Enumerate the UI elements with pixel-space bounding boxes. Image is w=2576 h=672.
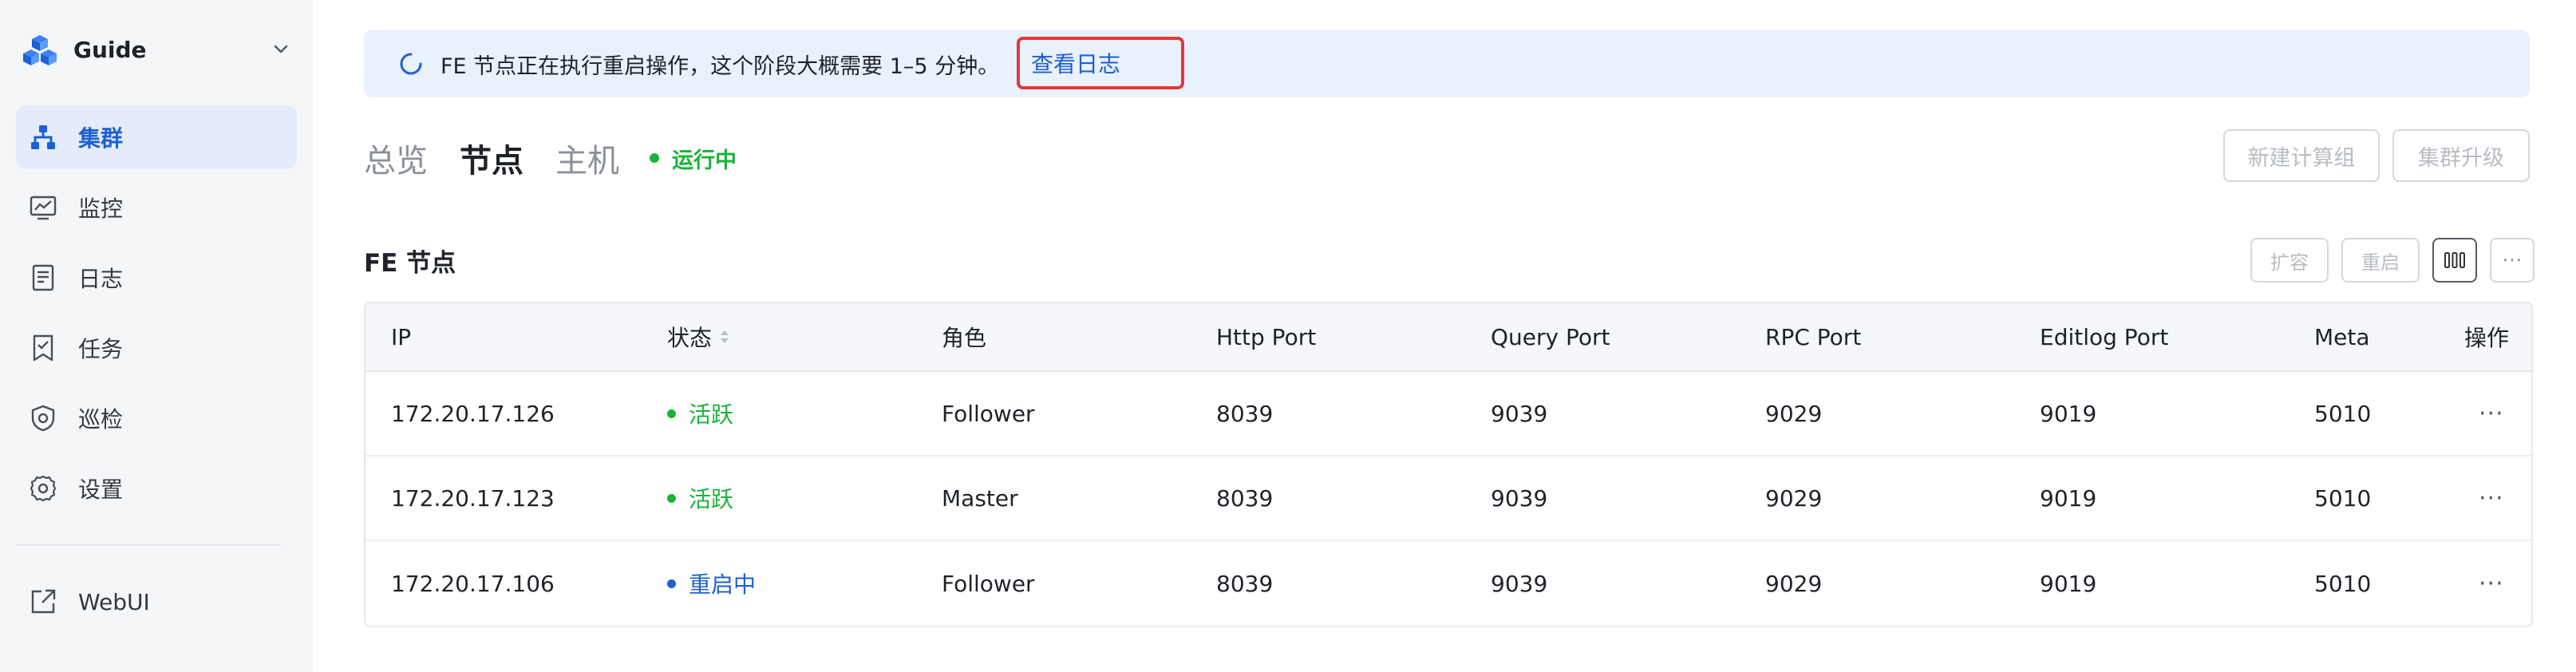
sidebar-item-log[interactable]: 日志 [16, 246, 297, 310]
cell-query-port: 9039 [1491, 484, 1548, 512]
row-actions-button[interactable]: ··· [2479, 484, 2504, 512]
sidebar-item-label: 集群 [78, 125, 124, 152]
cell-rpc-port: 9029 [1765, 484, 1823, 512]
loading-spinner-icon [400, 53, 422, 75]
table-row: 172.20.17.123 活跃 Master 8039 9039 9029 9… [365, 457, 2531, 541]
new-compute-group-button[interactable]: 新建计算组 [2223, 129, 2380, 182]
cell-status: 活跃 [667, 397, 733, 429]
cell-editlog-port: 9019 [2040, 570, 2097, 597]
workspace-name: Guide [73, 36, 147, 63]
column-header-role: 角色 [942, 325, 987, 351]
column-header-meta: Meta [2314, 323, 2370, 350]
upgrade-cluster-button[interactable]: 集群升级 [2392, 129, 2530, 182]
column-header-http-port: Http Port [1216, 323, 1317, 350]
gear-icon [27, 472, 59, 504]
view-log-link[interactable]: 查看日志 [1031, 47, 1120, 79]
cluster-status-text: 运行中 [672, 148, 737, 173]
status-dot [667, 579, 676, 588]
table-header: IP 状态 角色 Http Port Query Port RPC Port E… [365, 303, 2531, 372]
cell-ip: 172.20.17.106 [391, 570, 555, 597]
column-header-query-port: Query Port [1491, 323, 1610, 350]
cell-ip: 172.20.17.126 [391, 400, 555, 427]
status-text: 活跃 [689, 401, 734, 428]
restart-notice-banner: FE 节点正在执行重启操作，这个阶段大概需要 1–5 分钟。 查看日志 [364, 30, 2530, 97]
cell-query-port: 9039 [1491, 570, 1548, 597]
table-row: 172.20.17.106 重启中 Follower 8039 9039 902… [365, 541, 2531, 626]
column-settings-button[interactable] [2432, 238, 2477, 283]
sidebar-item-label: 巡检 [78, 406, 124, 433]
task-icon [27, 332, 59, 364]
sidebar-nav: 集群 监控 日志 任务 巡检 设置 WebUI [0, 105, 313, 640]
cell-role: Follower [942, 570, 1035, 597]
chevron-down-icon[interactable] [268, 37, 294, 62]
row-actions-button[interactable]: ··· [2479, 400, 2504, 428]
sidebar-divider [16, 544, 281, 546]
fe-nodes-title: FE 节点 [364, 249, 456, 278]
sidebar-item-inspection[interactable]: 巡检 [16, 386, 297, 450]
log-icon [27, 262, 59, 294]
table-row: 172.20.17.126 活跃 Follower 8039 9039 9029… [365, 372, 2531, 457]
cell-meta: 5010 [2314, 484, 2372, 512]
status-text: 重启中 [689, 571, 757, 598]
cell-meta: 5010 [2314, 570, 2372, 597]
cell-http-port: 8039 [1216, 484, 1274, 512]
row-actions-button[interactable]: ··· [2479, 570, 2504, 598]
sidebar-item-label: 设置 [78, 476, 124, 503]
scale-out-button[interactable]: 扩容 [2250, 238, 2329, 283]
fe-nodes-table: IP 状态 角色 Http Port Query Port RPC Port E… [364, 302, 2533, 627]
cell-rpc-port: 9029 [1765, 400, 1823, 427]
restart-button[interactable]: 重启 [2341, 238, 2420, 283]
sidebar-item-monitor[interactable]: 监控 [16, 176, 297, 239]
sidebar-item-label: 日志 [78, 266, 124, 292]
cell-editlog-port: 9019 [2040, 400, 2097, 427]
sort-icon[interactable] [718, 327, 731, 346]
cell-http-port: 8039 [1216, 400, 1274, 427]
sidebar-item-label: 任务 [78, 336, 124, 362]
sidebar-item-settings[interactable]: 设置 [16, 457, 297, 520]
status-dot [650, 153, 659, 163]
sidebar-item-label: WebUI [78, 588, 150, 615]
tab-hosts[interactable]: 主机 [555, 135, 619, 181]
sidebar-item-webui[interactable]: WebUI [16, 570, 297, 634]
cluster-icon [27, 121, 59, 153]
brand-logo-icon [23, 35, 57, 65]
cell-meta: 5010 [2314, 400, 2372, 427]
cell-rpc-port: 9029 [1765, 570, 1823, 597]
external-link-icon [27, 586, 59, 618]
cell-status: 重启中 [667, 567, 756, 599]
cell-status: 活跃 [667, 482, 733, 514]
monitor-icon [27, 192, 59, 223]
column-header-status[interactable]: 状态 [667, 321, 731, 353]
cell-editlog-port: 9019 [2040, 484, 2097, 512]
status-dot [667, 493, 676, 503]
banner-message: FE 节点正在执行重启操作，这个阶段大概需要 1–5 分钟。 [441, 53, 1000, 79]
cluster-status-badge: 运行中 [650, 143, 737, 174]
workspace-switcher[interactable]: Guide [22, 30, 294, 69]
status-dot [667, 409, 676, 418]
sidebar-item-task[interactable]: 任务 [16, 316, 297, 380]
column-header-ip: IP [391, 323, 412, 350]
view-log-link-highlight[interactable]: 查看日志 [1017, 37, 1184, 89]
cell-role: Follower [942, 400, 1035, 427]
more-actions-button[interactable]: ··· [2490, 238, 2535, 283]
cell-role: Master [942, 484, 1018, 512]
cell-http-port: 8039 [1216, 570, 1274, 597]
column-header-status-label: 状态 [667, 325, 713, 351]
cluster-tabs: 总览 节点 主机 运行中 [364, 134, 737, 182]
column-header-editlog-port: Editlog Port [2040, 323, 2169, 350]
column-header-rpc-port: RPC Port [1765, 323, 1862, 350]
sidebar-item-cluster[interactable]: 集群 [16, 105, 297, 169]
tab-nodes[interactable]: 节点 [460, 135, 523, 181]
cell-ip: 172.20.17.123 [391, 484, 555, 512]
status-text: 活跃 [689, 486, 734, 512]
sidebar: Guide 集群 监控 日志 任务 巡检 设置 WebUI [0, 0, 313, 672]
sidebar-item-label: 监控 [78, 196, 124, 222]
inspection-icon [27, 402, 59, 434]
column-header-actions: 操作 [2464, 325, 2510, 351]
tab-overview[interactable]: 总览 [364, 135, 428, 181]
cell-query-port: 9039 [1491, 400, 1548, 427]
columns-icon [2444, 252, 2465, 268]
